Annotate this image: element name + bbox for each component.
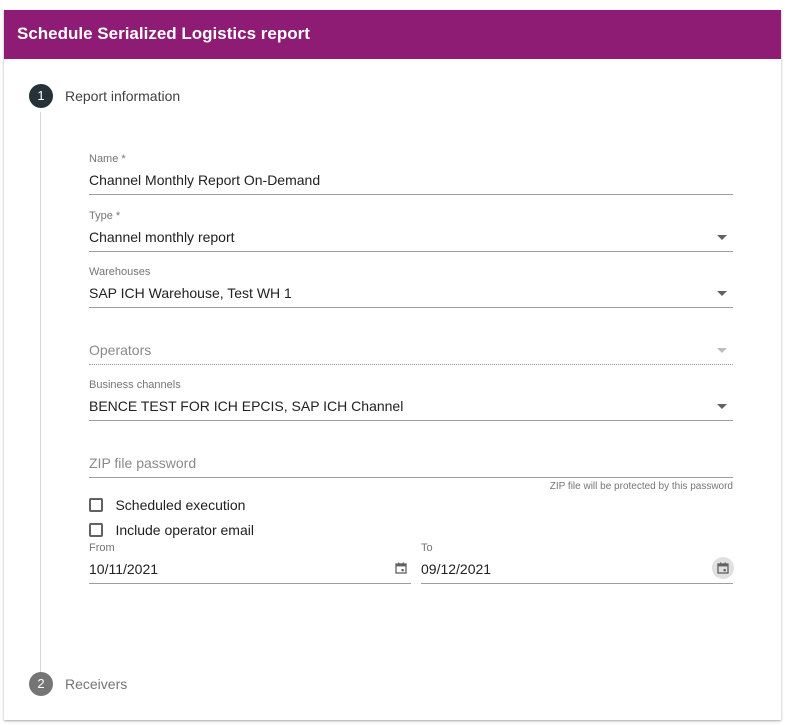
- from-date-underline: [89, 583, 411, 584]
- name-input[interactable]: Channel Monthly Report On-Demand: [89, 171, 733, 189]
- warehouses-select-label: Warehouses: [89, 266, 151, 278]
- chevron-down-icon[interactable]: [717, 404, 727, 409]
- calendar-icon[interactable]: [717, 562, 729, 574]
- type-select[interactable]: Type * Channel monthly report: [89, 210, 733, 252]
- operators-select: Operators: [89, 341, 733, 365]
- scheduled-execution-label[interactable]: Scheduled execution: [115, 497, 245, 513]
- from-date-label: From: [89, 542, 115, 554]
- include-operator-email-label[interactable]: Include operator email: [115, 522, 254, 538]
- from-date-input[interactable]: 10/11/2021: [89, 560, 411, 578]
- calendar-icon[interactable]: [395, 562, 407, 574]
- include-operator-email-checkbox[interactable]: [89, 522, 103, 537]
- chevron-down-icon: [717, 348, 727, 353]
- warehouses-select[interactable]: Warehouses SAP ICH Warehouse, Test WH 1: [89, 266, 733, 308]
- chevron-down-icon[interactable]: [717, 291, 727, 296]
- business-channels-select-value[interactable]: BENCE TEST FOR ICH EPCIS, SAP ICH Channe…: [89, 397, 733, 415]
- to-date-field[interactable]: To 09/12/2021: [421, 542, 734, 584]
- operators-select-underline: [89, 364, 733, 365]
- business-channels-select-underline: [89, 420, 733, 421]
- to-date-label: To: [421, 542, 433, 554]
- scheduled-execution-row[interactable]: Scheduled execution: [89, 496, 245, 516]
- step-2-label[interactable]: Receivers: [65, 676, 127, 692]
- include-operator-email-row[interactable]: Include operator email: [89, 521, 254, 541]
- name-field[interactable]: Name * Channel Monthly Report On-Demand: [89, 153, 733, 195]
- step-2-indicator[interactable]: 2: [29, 672, 53, 696]
- schedule-report-dialog: Schedule Serialized Logistics report 1 R…: [4, 10, 781, 720]
- zip-password-hint: ZIP file will be protected by this passw…: [549, 481, 733, 492]
- step-1-indicator[interactable]: 1: [29, 84, 53, 108]
- name-field-underline: [89, 194, 733, 195]
- operators-select-placeholder: Operators: [89, 342, 152, 358]
- scheduled-execution-checkbox[interactable]: [89, 497, 103, 512]
- zip-password-underline: [89, 477, 733, 478]
- type-select-value[interactable]: Channel monthly report: [89, 228, 733, 246]
- step-1-label[interactable]: Report information: [65, 88, 180, 104]
- stepper-connector: [40, 112, 41, 674]
- type-select-underline: [89, 251, 733, 252]
- chevron-down-icon[interactable]: [717, 235, 727, 240]
- type-select-label: Type *: [89, 210, 121, 222]
- from-date-field[interactable]: From 10/11/2021: [89, 542, 411, 584]
- warehouses-select-value[interactable]: SAP ICH Warehouse, Test WH 1: [89, 284, 733, 302]
- business-channels-select[interactable]: Business channels BENCE TEST FOR ICH EPC…: [89, 379, 733, 421]
- zip-password-input[interactable]: ZIP file password: [89, 454, 733, 472]
- name-field-label: Name *: [89, 153, 126, 165]
- business-channels-select-label: Business channels: [89, 379, 181, 391]
- zip-password-field[interactable]: ZIP file password: [89, 454, 733, 478]
- warehouses-select-underline: [89, 307, 733, 308]
- to-date-underline: [421, 583, 733, 584]
- dialog-title: Schedule Serialized Logistics report: [4, 10, 781, 59]
- to-date-input[interactable]: 09/12/2021: [421, 560, 733, 578]
